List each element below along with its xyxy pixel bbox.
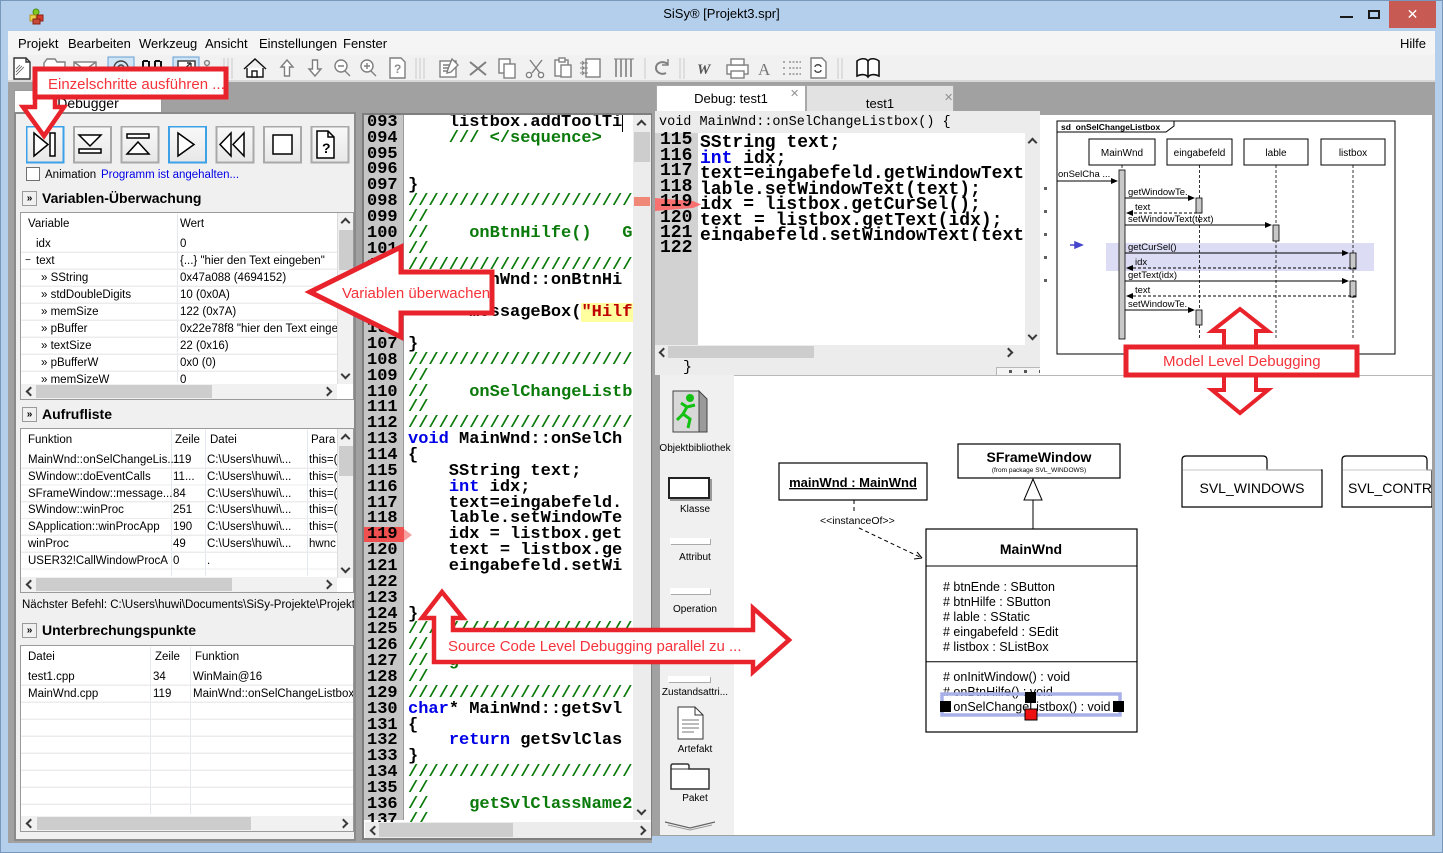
svg-text:Variablen überwachen: Variablen überwachen <box>342 285 490 302</box>
svg-text:Einzelschritte ausführen ...: Einzelschritte ausführen ... <box>48 76 225 93</box>
svg-text:Model Level Debugging: Model Level Debugging <box>1163 353 1321 370</box>
svg-text:Source Code Level Debugging pa: Source Code Level Debugging parallel zu … <box>448 638 742 655</box>
